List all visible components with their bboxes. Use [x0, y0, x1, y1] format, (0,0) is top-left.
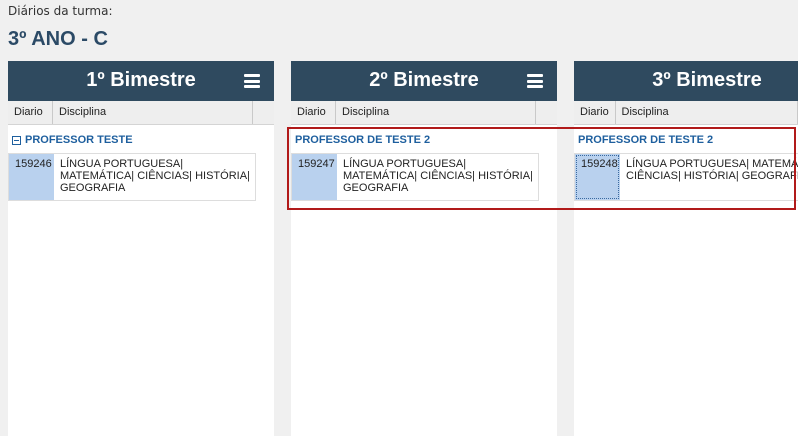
column-title: 1º Bimestre — [86, 69, 196, 91]
group-label: PROFESSOR TESTE — [25, 134, 133, 146]
grid-header: Diario Disciplina — [574, 101, 798, 125]
menu-icon[interactable] — [527, 74, 543, 88]
page-title: 3º ANO - C — [8, 28, 108, 50]
group-row[interactable]: PROFESSOR DE TESTE 2 — [295, 134, 430, 146]
grid-header: Diario Disciplina — [8, 101, 274, 125]
header-diario[interactable]: Diario — [291, 101, 336, 124]
disciplina-cell[interactable]: LÍNGUA PORTUGUESA| MATEMÁTICA| CIÊNCIAS|… — [337, 154, 538, 200]
disciplina-cell[interactable]: LÍNGUA PORTUGUESA| MATEMÁTICA| CIÊNCIAS|… — [54, 154, 255, 200]
disciplina-cell[interactable]: LÍNGUA PORTUGUESA| MATEMÁTICA| CIÊNCIAS|… — [620, 154, 798, 200]
group-row[interactable]: PROFESSOR TESTE — [12, 134, 133, 146]
table-row[interactable]: 159248 LÍNGUA PORTUGUESA| MATEMÁTICA| CI… — [574, 153, 798, 201]
header-disciplina[interactable]: Disciplina — [336, 101, 536, 124]
bimester-column-2: 2º Bimestre Diario Disciplina PROFESSOR … — [291, 61, 557, 436]
header-disciplina[interactable]: Disciplina — [53, 101, 253, 124]
table-row[interactable]: 159247 LÍNGUA PORTUGUESA| MATEMÁTICA| CI… — [291, 153, 539, 201]
group-label: PROFESSOR DE TESTE 2 — [295, 134, 431, 146]
header-disciplina[interactable]: Disciplina — [616, 101, 798, 124]
bimester-column-1: 1º Bimestre Diario Disciplina PROFESSOR … — [8, 61, 274, 436]
page-caption: Diários da turma: — [8, 4, 113, 18]
column-title: 2º Bimestre — [369, 69, 479, 91]
bimester-board: 1º Bimestre Diario Disciplina PROFESSOR … — [8, 61, 798, 436]
menu-icon[interactable] — [244, 74, 260, 88]
column-header: 3º Bimestre — [574, 61, 798, 101]
grid-header: Diario Disciplina — [291, 101, 557, 125]
group-row[interactable]: PROFESSOR DE TESTE 2 — [578, 134, 713, 146]
collapse-icon[interactable] — [12, 135, 21, 145]
disciplina-line: LÍNGUA PORTUGUESA| MATEMÁTICA| CIÊNCIAS|… — [626, 158, 798, 182]
group-label: PROFESSOR DE TESTE 2 — [578, 134, 714, 146]
diario-cell[interactable]: 159248 — [575, 154, 620, 200]
header-diario[interactable]: Diario — [8, 101, 53, 124]
table-row[interactable]: 159246 LÍNGUA PORTUGUESA| MATEMÁTICA| CI… — [8, 153, 256, 201]
diario-cell[interactable]: 159246 — [9, 154, 54, 200]
bimester-column-3: 3º Bimestre Diario Disciplina PROFESSOR … — [574, 61, 798, 436]
column-header: 2º Bimestre — [291, 61, 557, 101]
diario-cell[interactable]: 159247 — [292, 154, 337, 200]
header-diario[interactable]: Diario — [574, 101, 616, 124]
column-header: 1º Bimestre — [8, 61, 274, 101]
column-title: 3º Bimestre — [652, 69, 762, 91]
